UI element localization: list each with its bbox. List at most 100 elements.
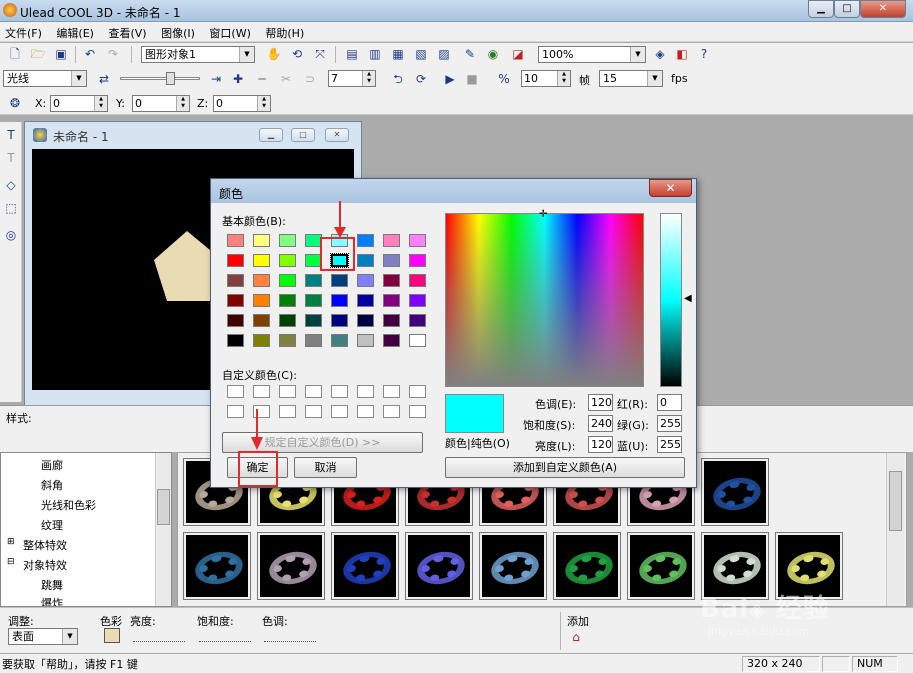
tree-item-texture[interactable]: 纹理	[41, 517, 63, 533]
basic-color-swatch[interactable]	[279, 234, 296, 247]
dialog-close-button[interactable]: ✕	[649, 179, 692, 197]
custom-color-swatch[interactable]	[331, 405, 348, 418]
hue-slider[interactable]	[264, 630, 316, 642]
basic-color-swatch[interactable]	[357, 314, 374, 327]
insert-shape-icon[interactable]: ◇	[1, 176, 21, 194]
green-field[interactable]: 255	[657, 415, 682, 432]
custom-color-swatch[interactable]	[227, 385, 244, 398]
basic-color-swatch[interactable]	[305, 294, 322, 307]
align-icon[interactable]: ⇥	[206, 70, 226, 88]
reverse-icon[interactable]: ⊃	[300, 70, 320, 88]
custom-color-swatch[interactable]	[409, 385, 426, 398]
basic-color-swatch[interactable]	[357, 294, 374, 307]
resize-icon[interactable]: ⤧	[310, 45, 330, 63]
tree-item-object-effects[interactable]: 对象特效	[23, 557, 67, 573]
basic-color-swatch[interactable]	[409, 234, 426, 247]
gallery-scrollbar[interactable]	[886, 453, 904, 606]
doc-maximize-button[interactable]: □	[291, 128, 315, 142]
custom-color-swatch[interactable]	[357, 385, 374, 398]
basic-color-swatch[interactable]	[253, 274, 270, 287]
view-front-icon[interactable]: ▤	[342, 45, 362, 63]
custom-color-swatch[interactable]	[409, 405, 426, 418]
hue-field[interactable]: 120	[588, 394, 613, 411]
split-icon[interactable]: ✂	[276, 70, 296, 88]
tree-item-gallery[interactable]: 画廊	[41, 457, 63, 473]
custom-color-swatch[interactable]	[305, 405, 322, 418]
view-side-icon[interactable]: ▦	[388, 45, 408, 63]
basic-color-swatch[interactable]	[279, 294, 296, 307]
frame-slider[interactable]	[120, 72, 200, 86]
save-icon[interactable]: ▣	[51, 45, 71, 63]
custom-color-swatch[interactable]	[383, 385, 400, 398]
tree-item-global-effects[interactable]: 整体特效	[23, 537, 67, 553]
gallery-thumbnail[interactable]	[257, 532, 325, 600]
basic-color-swatch[interactable]	[409, 334, 426, 347]
insert-text-icon[interactable]: T	[1, 126, 21, 144]
basic-color-swatch[interactable]	[409, 274, 426, 287]
spinner-arrows-icon[interactable]: ▲ ▼	[94, 96, 107, 111]
tree-item-light-color[interactable]: 光线和色彩	[41, 497, 96, 513]
custom-color-swatch[interactable]	[279, 385, 296, 398]
gallery-thumbnail[interactable]	[183, 532, 251, 600]
tree-scrollbar[interactable]	[155, 453, 171, 606]
doc-close-button[interactable]: ✕	[325, 128, 349, 142]
add-to-custom-colors-button[interactable]: 添加到自定义颜色(A)	[445, 457, 685, 478]
adjust-select[interactable]: 表面 ▼	[8, 628, 78, 645]
custom-color-swatch[interactable]	[357, 405, 374, 418]
basic-color-swatch[interactable]	[305, 274, 322, 287]
view-bottom-icon[interactable]: ▨	[434, 45, 454, 63]
move-icon[interactable]: ⇄	[94, 70, 114, 88]
basic-color-swatch[interactable]	[331, 294, 348, 307]
basic-color-swatch[interactable]	[253, 234, 270, 247]
blue-field[interactable]: 255	[657, 436, 682, 453]
play-icon[interactable]: ▶	[440, 70, 460, 88]
pen-icon[interactable]: ✎	[460, 45, 480, 63]
menu-view[interactable]: 查看(V)	[103, 22, 152, 41]
gallery-thumbnail[interactable]	[331, 532, 399, 600]
cancel-button[interactable]: 取消	[294, 457, 357, 478]
custom-color-swatch[interactable]	[383, 405, 400, 418]
basic-color-swatch[interactable]	[357, 334, 374, 347]
basic-color-swatch[interactable]	[409, 294, 426, 307]
basic-color-swatch[interactable]	[331, 274, 348, 287]
camera-icon[interactable]: ◈	[650, 45, 670, 63]
export-icon[interactable]: ◧	[672, 45, 692, 63]
menu-help[interactable]: 帮助(H)	[260, 22, 310, 41]
basic-color-swatch[interactable]	[279, 334, 296, 347]
spinner-arrows-icon[interactable]: ▲ ▼	[557, 71, 570, 86]
brightness-slider[interactable]	[133, 630, 185, 642]
menu-image[interactable]: 图像(I)	[156, 22, 201, 41]
light-select[interactable]: 光线 ▼	[3, 70, 87, 87]
menu-edit[interactable]: 编辑(E)	[51, 22, 100, 41]
custom-color-swatch[interactable]	[253, 385, 270, 398]
zoom-select[interactable]: 100% ▼	[538, 46, 646, 63]
scroll-thumb[interactable]	[889, 471, 902, 531]
basic-color-swatch[interactable]	[383, 274, 400, 287]
add-to-gallery-icon[interactable]: ⌂	[566, 628, 586, 646]
expand-icon[interactable]: ⊞	[7, 537, 15, 547]
custom-color-swatch[interactable]	[279, 405, 296, 418]
basic-color-swatch[interactable]	[227, 274, 244, 287]
frame-number-input[interactable]: 7 ▲ ▼	[328, 70, 376, 87]
color-swatch-button[interactable]	[104, 628, 120, 643]
basic-color-swatch[interactable]	[383, 334, 400, 347]
basic-color-swatch[interactable]	[409, 314, 426, 327]
edit-text-icon[interactable]: T	[1, 149, 21, 167]
basic-color-swatch[interactable]	[227, 314, 244, 327]
custom-color-swatch[interactable]	[227, 405, 244, 418]
gallery-thumbnail[interactable]	[701, 458, 769, 526]
y-input[interactable]: 0 ▲ ▼	[132, 95, 190, 112]
remove-keyframe-icon[interactable]: ━	[252, 70, 272, 88]
open-icon[interactable]: 🗁	[28, 45, 48, 63]
new-icon[interactable]: 🗋	[5, 45, 25, 63]
basic-color-swatch[interactable]	[227, 234, 244, 247]
x-input[interactable]: 0 ▲ ▼	[50, 95, 108, 112]
basic-color-swatch[interactable]	[357, 234, 374, 247]
basic-color-swatch[interactable]	[279, 254, 296, 267]
basic-color-swatch[interactable]	[253, 294, 270, 307]
add-keyframe-icon[interactable]: ✚	[228, 70, 248, 88]
color-spectrum[interactable]: ✛	[445, 210, 644, 387]
view-back-icon[interactable]: ▧	[411, 45, 431, 63]
basic-color-swatch[interactable]	[383, 294, 400, 307]
chart-icon[interactable]: ◪	[508, 45, 528, 63]
